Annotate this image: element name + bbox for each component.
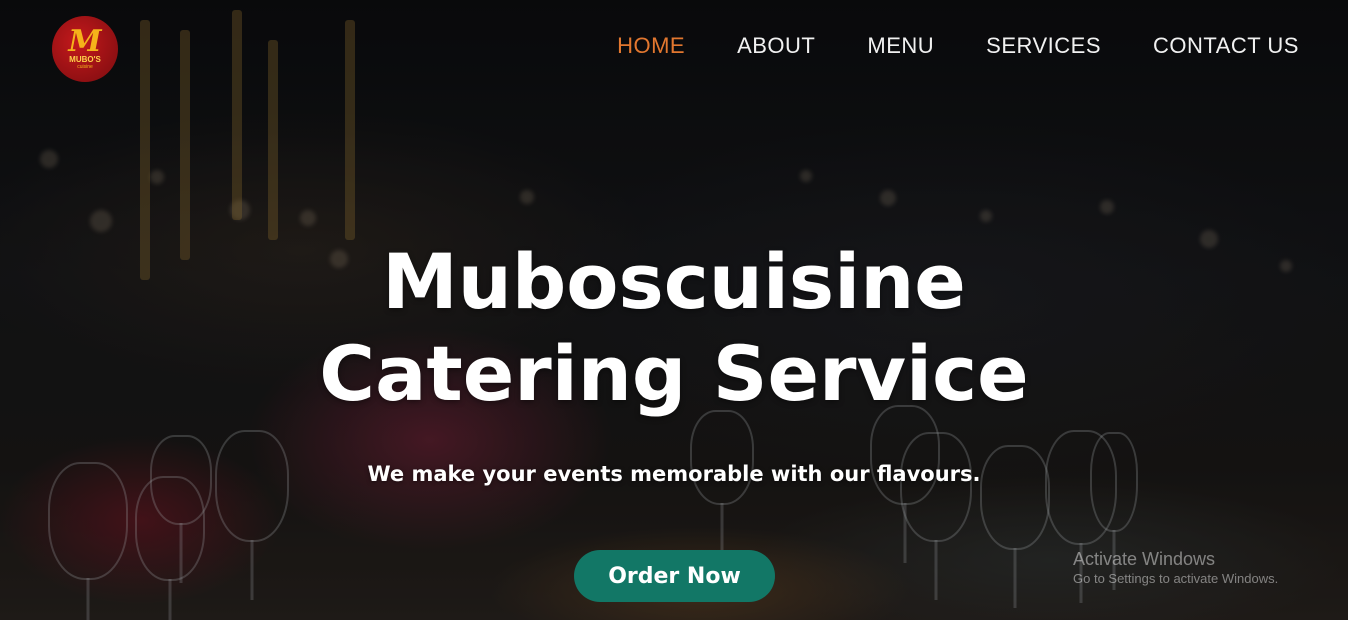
- nav-about[interactable]: ABOUT: [737, 31, 815, 61]
- nav-contact-us[interactable]: CONTACT US: [1153, 31, 1299, 61]
- hero-title: Muboscuisine Catering Service: [319, 237, 1029, 418]
- logo-tagline: cuisine: [77, 63, 93, 70]
- watermark-subtitle: Go to Settings to activate Windows.: [1073, 571, 1279, 586]
- windows-activation-watermark: Activate Windows Go to Settings to activ…: [1073, 548, 1278, 588]
- main-nav: HOME ABOUT MENU SERVICES CONTACT US: [617, 31, 1299, 61]
- logo[interactable]: M MUBO'S cuisine: [52, 16, 118, 82]
- logo-letter: M: [68, 23, 102, 59]
- watermark-title: Activate Windows: [1073, 549, 1216, 569]
- order-now-button[interactable]: Order Now: [574, 550, 775, 602]
- nav-menu[interactable]: MENU: [867, 31, 934, 61]
- nav-services[interactable]: SERVICES: [986, 31, 1101, 61]
- hero-subtitle: We make your events memorable with our f…: [367, 462, 981, 486]
- nav-home[interactable]: HOME: [617, 31, 685, 61]
- logo-name: MUBO'S: [69, 54, 101, 64]
